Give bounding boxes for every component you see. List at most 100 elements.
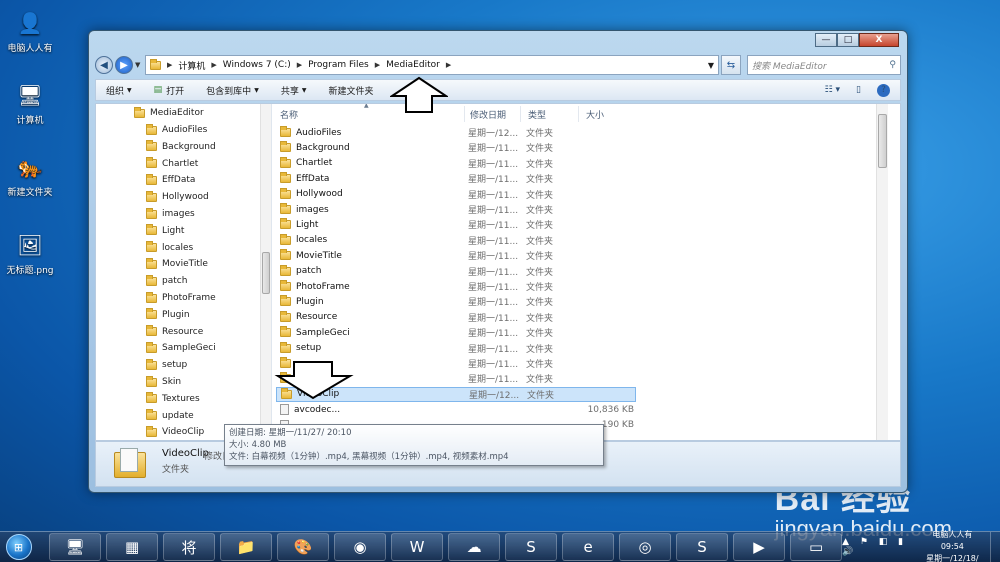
back-button[interactable]: ◀: [95, 56, 113, 74]
tree-item[interactable]: patch: [146, 273, 187, 289]
desktop-icon-computer[interactable]: 🖥 计算机: [0, 80, 60, 126]
minimize-button[interactable]: —: [815, 33, 837, 47]
tree-item[interactable]: locales: [146, 240, 193, 256]
taskbar-app-button[interactable]: 📁: [220, 533, 273, 561]
include-in-library-menu[interactable]: 包含到库中 ▼: [206, 84, 259, 97]
tree-item[interactable]: PhotoFrame: [146, 290, 216, 306]
tree-item[interactable]: VideoClip: [146, 424, 204, 440]
tree-item[interactable]: EffData: [146, 172, 195, 188]
share-menu[interactable]: 共享 ▼: [281, 84, 307, 97]
refresh-button[interactable]: ⇆: [721, 55, 741, 75]
file-row[interactable]: AudioFiles 星期一/12... 文件夹: [276, 125, 636, 140]
tree-item[interactable]: Background: [146, 139, 216, 155]
file-name-text: AudioFiles: [296, 127, 342, 138]
navigation-scrollbar[interactable]: [260, 104, 271, 440]
file-row[interactable]: patch 星期一/11... 文件夹: [276, 264, 636, 279]
view-options-icon[interactable]: ☷ ▾: [825, 85, 840, 95]
breadcrumb-drive[interactable]: Windows 7 (C:): [223, 60, 291, 70]
file-row[interactable]: Background 星期一/11... 文件夹: [276, 140, 636, 155]
tree-item[interactable]: Hollywood: [146, 189, 209, 205]
start-button[interactable]: ⊞: [4, 532, 33, 562]
tree-item[interactable]: AudioFiles: [146, 122, 207, 138]
folder-icon: [146, 257, 157, 269]
taskbar-app-button[interactable]: S: [676, 533, 729, 561]
breadcrumb-mediaeditor[interactable]: MediaEditor: [386, 60, 440, 70]
address-bar[interactable]: ▶ 计算机 ▶ Windows 7 (C:) ▶ Program Files ▶…: [145, 55, 719, 75]
taskbar-app-button[interactable]: ◎: [619, 533, 672, 561]
file-row[interactable]: avcodec... 10,836 KB: [276, 402, 636, 417]
tree-item[interactable]: Light: [146, 223, 184, 239]
recent-pages-dropdown[interactable]: ▼: [135, 61, 143, 69]
tree-item-root[interactable]: MediaEditor: [134, 105, 204, 121]
tree-item[interactable]: Resource: [146, 324, 203, 340]
taskbar-app-button[interactable]: S: [505, 533, 558, 561]
search-placeholder: 搜索 MediaEditor: [752, 61, 827, 72]
file-row[interactable]: Hollywood 星期一/11... 文件夹: [276, 187, 636, 202]
taskbar-app-button[interactable]: ☁: [448, 533, 501, 561]
open-button[interactable]: ▤ 打开: [154, 84, 185, 97]
scrollbar-thumb[interactable]: [878, 114, 887, 168]
forward-button[interactable]: ▶: [115, 56, 133, 74]
window-controls: — □ X: [815, 33, 899, 47]
new-folder-button[interactable]: 新建文件夹: [328, 84, 373, 97]
address-dropdown-icon[interactable]: ▼: [708, 61, 714, 70]
column-header-size[interactable]: 大小: [586, 106, 604, 122]
taskbar-app-button[interactable]: W: [391, 533, 444, 561]
breadcrumb-program-files[interactable]: Program Files: [308, 60, 369, 70]
tree-item[interactable]: Textures: [146, 391, 200, 407]
file-row[interactable]: locales 星期一/11... 文件夹: [276, 233, 636, 248]
tree-item[interactable]: SampleGeci: [146, 340, 216, 356]
tree-item[interactable]: Chartlet: [146, 156, 198, 172]
tree-item[interactable]: update: [146, 408, 194, 424]
file-row[interactable]: PhotoFrame 星期一/11... 文件夹: [276, 279, 636, 294]
open-icon: ▤: [153, 85, 163, 95]
tray-icons[interactable]: ▲ ⚑ ◧ ▮ 🔊: [842, 537, 915, 557]
file-row[interactable]: Chartlet 星期一/11... 文件夹: [276, 156, 636, 171]
file-row[interactable]: images 星期一/11... 文件夹: [276, 202, 636, 217]
taskbar-app-button[interactable]: ▦: [106, 533, 159, 561]
clock[interactable]: 电脑人人有 09:54 星期一/12/18/: [925, 529, 980, 562]
tree-item[interactable]: setup: [146, 357, 187, 373]
preview-pane-icon[interactable]: ▯: [856, 85, 861, 95]
maximize-button[interactable]: □: [837, 33, 859, 47]
file-row[interactable]: Light 星期一/11... 文件夹: [276, 217, 636, 232]
taskbar-app-button[interactable]: 🎨: [277, 533, 330, 561]
file-row[interactable]: SampleGeci 星期一/11... 文件夹: [276, 325, 636, 340]
tree-item[interactable]: MovieTitle: [146, 256, 208, 272]
close-button[interactable]: X: [859, 33, 899, 47]
file-row[interactable]: Plugin 星期一/11... 文件夹: [276, 294, 636, 309]
file-row[interactable]: MovieTitle 星期一/11... 文件夹: [276, 248, 636, 263]
file-row[interactable]: setup 星期一/11... 文件夹: [276, 341, 636, 356]
desktop-icon-png[interactable]: 🖼 无标题.png: [0, 230, 60, 276]
taskbar-app-button[interactable]: 将: [163, 533, 216, 561]
file-row[interactable]: EffData 星期一/11... 文件夹: [276, 171, 636, 186]
search-input[interactable]: 搜索 MediaEditor ⚲: [747, 55, 901, 75]
tree-item[interactable]: Plugin: [146, 307, 190, 323]
scrollbar-thumb[interactable]: [262, 252, 270, 294]
breadcrumb-computer[interactable]: 计算机: [178, 59, 205, 72]
desktop-icon-user[interactable]: 👤 电脑人人有: [0, 8, 60, 54]
tree-item[interactable]: images: [146, 206, 195, 222]
show-desktop-button[interactable]: [989, 531, 1000, 562]
file-name: AudioFiles: [280, 126, 342, 138]
column-header-type[interactable]: 类型: [528, 106, 546, 122]
help-icon[interactable]: ?: [877, 83, 890, 97]
file-name-text: locales: [296, 235, 328, 246]
taskbar-app-button[interactable]: 🖥: [49, 533, 102, 561]
taskbar-app-button[interactable]: ▭: [790, 533, 843, 561]
desktop-icon-new-folder[interactable]: 🐅 新建文件夹: [0, 152, 60, 198]
tree-item[interactable]: Skin: [146, 374, 181, 390]
taskbar-app-button[interactable]: e: [562, 533, 615, 561]
taskbar-app-button[interactable]: ◉: [334, 533, 387, 561]
taskbar-app-button[interactable]: ▶: [733, 533, 786, 561]
column-separator[interactable]: [520, 106, 521, 122]
column-separator[interactable]: [464, 106, 465, 122]
organize-menu[interactable]: 组织 ▼: [106, 84, 132, 97]
column-header-date[interactable]: 修改日期: [470, 106, 506, 122]
search-icon[interactable]: ⚲: [889, 60, 896, 70]
file-row[interactable]: Resource 星期一/11... 文件夹: [276, 310, 636, 325]
chevron-right-icon: ▶: [374, 61, 381, 69]
column-separator[interactable]: [578, 106, 579, 122]
column-header-name[interactable]: 名称: [280, 106, 298, 122]
file-list-scrollbar[interactable]: [876, 104, 888, 440]
